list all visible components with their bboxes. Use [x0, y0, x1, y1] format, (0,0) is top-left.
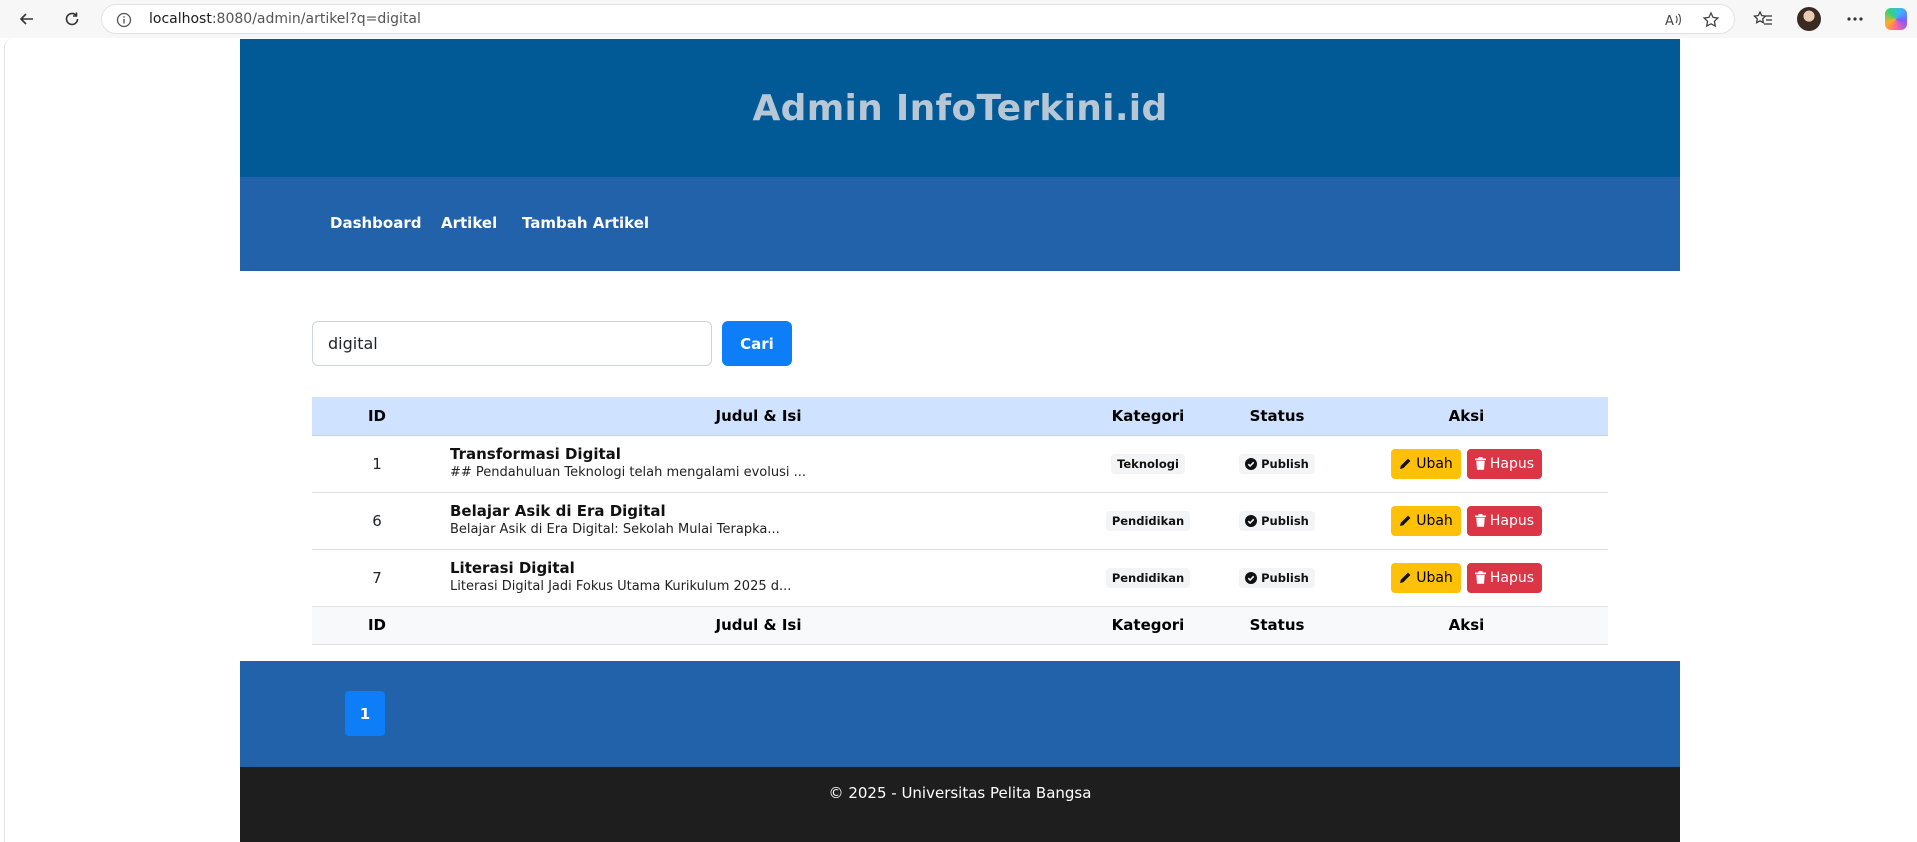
table-row: 1 Transformasi Digital ## Pendahuluan Te… [312, 435, 1608, 492]
delete-label: Hapus [1489, 512, 1535, 529]
category-badge: Pendidikan [1105, 567, 1191, 588]
row-title-cell: Transformasi Digital ## Pendahuluan Tekn… [442, 435, 1067, 492]
footer-category: Kategori [1111, 616, 1185, 634]
site-header: Admin InfoTerkini.id [240, 39, 1680, 177]
article-excerpt: ## Pendahuluan Teknologi telah mengalami… [450, 465, 806, 480]
status-label: Publish [1261, 570, 1309, 585]
row-id: 6 [372, 511, 382, 530]
footer-copyright: © 2025 - Universitas Pelita Bangsa [828, 784, 1092, 802]
table-footer-row: ID Judul & Isi Kategori Status Aksi [312, 606, 1608, 644]
profile-avatar[interactable] [1797, 7, 1821, 31]
more-options-icon[interactable] [1842, 6, 1868, 32]
status-badge: Publish [1239, 567, 1315, 588]
edit-label: Ubah [1416, 455, 1453, 472]
header-id: ID [312, 397, 442, 436]
nav-link-artikel[interactable]: Artikel [441, 214, 497, 232]
header-category: Kategori [1067, 397, 1229, 436]
footer-title: Judul & Isi [715, 616, 802, 634]
browser-toolbar: localhost:8080/admin/artikel?q=digital A [0, 0, 1917, 38]
back-icon[interactable] [12, 4, 42, 34]
check-circle-icon [1245, 571, 1258, 584]
site-title: Admin InfoTerkini.id [752, 87, 1168, 129]
row-id: 1 [372, 454, 382, 473]
nav-link-dashboard[interactable]: Dashboard [330, 214, 421, 232]
delete-button[interactable]: Hapus [1467, 562, 1542, 593]
category-badge: Teknologi [1111, 453, 1185, 474]
articles-table: ID Judul & Isi Kategori Status Aksi 1 Tr… [312, 397, 1608, 645]
status-badge: Publish [1239, 453, 1315, 474]
header-title: Judul & Isi [442, 397, 1067, 436]
pencil-icon [1400, 515, 1411, 526]
table-row: 6 Belajar Asik di Era Digital Belajar As… [312, 492, 1608, 549]
edit-label: Ubah [1416, 512, 1453, 529]
table-row: 7 Literasi Digital Literasi Digital Jadi… [312, 549, 1608, 606]
article-excerpt: Belajar Asik di Era Digital: Sekolah Mul… [450, 522, 780, 537]
article-title: Belajar Asik di Era Digital [450, 502, 666, 520]
site-info-icon[interactable] [116, 12, 132, 32]
trash-icon [1474, 457, 1486, 470]
search-input[interactable] [312, 321, 712, 366]
delete-button[interactable]: Hapus [1467, 505, 1542, 536]
trash-icon [1474, 571, 1486, 584]
trash-icon [1474, 514, 1486, 527]
main-nav: Dashboard Artikel Tambah Artikel [240, 177, 1680, 271]
header-actions: Aksi [1325, 397, 1608, 436]
copilot-icon[interactable] [1885, 8, 1907, 30]
row-id: 7 [372, 568, 382, 587]
footer-status: Status [1249, 616, 1305, 634]
address-bar[interactable]: localhost:8080/admin/artikel?q=digital A [101, 4, 1735, 34]
favorites-icon[interactable] [1750, 6, 1776, 32]
site-footer: © 2025 - Universitas Pelita Bangsa [240, 767, 1680, 842]
delete-label: Hapus [1489, 455, 1535, 472]
category-badge: Pendidikan [1105, 510, 1191, 531]
nav-link-tambah-artikel[interactable]: Tambah Artikel [522, 214, 649, 232]
header-status: Status [1229, 397, 1325, 436]
pencil-icon [1400, 572, 1411, 583]
page-button-current[interactable]: 1 [345, 691, 385, 736]
edit-label: Ubah [1416, 569, 1453, 586]
row-title-cell: Belajar Asik di Era Digital Belajar Asik… [442, 492, 1067, 549]
edit-button[interactable]: Ubah [1391, 505, 1461, 536]
read-aloud-icon[interactable]: A [1663, 10, 1683, 30]
delete-button[interactable]: Hapus [1467, 448, 1542, 479]
url-text: localhost:8080/admin/artikel?q=digital [149, 11, 421, 27]
favorite-star-icon[interactable] [1701, 10, 1721, 30]
article-title: Transformasi Digital [450, 445, 621, 463]
pagination-bar: 1 [240, 661, 1680, 767]
footer-actions: Aksi [1448, 616, 1485, 634]
admin-page: Admin InfoTerkini.id Dashboard Artikel T… [240, 39, 1680, 842]
edit-button[interactable]: Ubah [1391, 448, 1461, 479]
status-label: Publish [1261, 513, 1309, 528]
edit-button[interactable]: Ubah [1391, 562, 1461, 593]
article-excerpt: Literasi Digital Jadi Fokus Utama Kuriku… [450, 579, 792, 594]
svg-text:A: A [1665, 14, 1674, 28]
check-circle-icon [1245, 514, 1258, 527]
row-title-cell: Literasi Digital Literasi Digital Jadi F… [442, 549, 1067, 606]
delete-label: Hapus [1489, 569, 1535, 586]
reload-icon[interactable] [57, 4, 87, 34]
status-badge: Publish [1239, 510, 1315, 531]
footer-id: ID [367, 616, 387, 634]
table-header-row: ID Judul & Isi Kategori Status Aksi [312, 397, 1608, 436]
search-button[interactable]: Cari [722, 321, 792, 366]
pencil-icon [1400, 458, 1411, 469]
status-label: Publish [1261, 456, 1309, 471]
article-title: Literasi Digital [450, 559, 575, 577]
check-circle-icon [1245, 457, 1258, 470]
